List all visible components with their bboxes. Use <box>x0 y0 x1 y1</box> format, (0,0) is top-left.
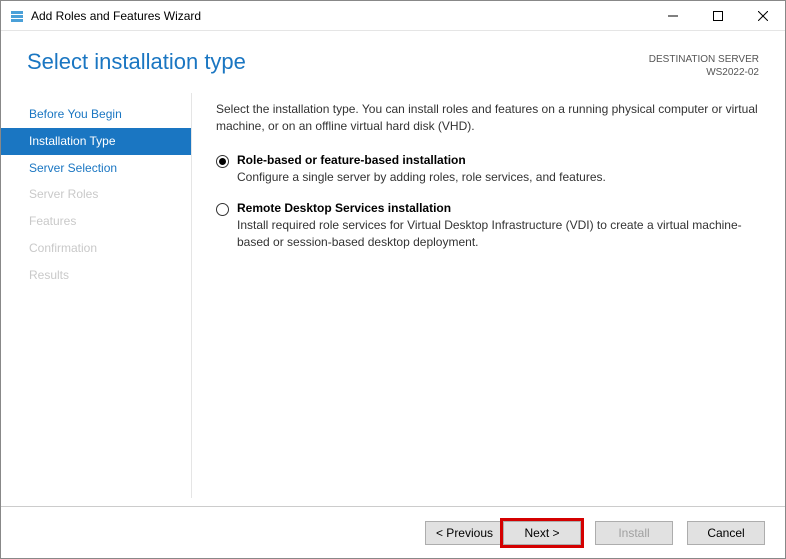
destination-server: DESTINATION SERVER WS2022-02 <box>649 53 759 79</box>
server-manager-icon <box>9 8 25 24</box>
option-body: Remote Desktop Services installation Ins… <box>237 201 759 251</box>
destination-label: DESTINATION SERVER <box>649 53 759 66</box>
option-body: Role-based or feature-based installation… <box>237 153 759 186</box>
option-desc: Configure a single server by adding role… <box>237 169 759 186</box>
maximize-button[interactable] <box>695 1 740 30</box>
radio-role-based[interactable] <box>216 155 229 168</box>
intro-text: Select the installation type. You can in… <box>216 101 759 135</box>
sidebar-item-label: Installation Type <box>29 134 116 148</box>
destination-value: WS2022-02 <box>649 66 759 79</box>
previous-button[interactable]: < Previous <box>425 521 503 545</box>
main-panel: Select the installation type. You can in… <box>191 93 785 498</box>
close-button[interactable] <box>740 1 785 30</box>
content-area: Before You Begin Installation Type Serve… <box>1 93 785 498</box>
sidebar-item-server-roles: Server Roles <box>1 181 191 208</box>
nav-button-group: < Previous Next > <box>425 521 581 545</box>
sidebar-item-installation-type[interactable]: Installation Type <box>1 128 191 155</box>
option-role-based[interactable]: Role-based or feature-based installation… <box>216 153 759 186</box>
page-header: Select installation type DESTINATION SER… <box>1 31 785 93</box>
page-title: Select installation type <box>27 49 246 75</box>
sidebar-item-label: Results <box>29 268 69 282</box>
sidebar-item-label: Features <box>29 214 76 228</box>
sidebar-item-label: Server Roles <box>29 187 98 201</box>
minimize-button[interactable] <box>650 1 695 30</box>
option-title: Remote Desktop Services installation <box>237 201 759 215</box>
option-title: Role-based or feature-based installation <box>237 153 759 167</box>
sidebar-item-label: Server Selection <box>29 161 117 175</box>
sidebar-item-confirmation: Confirmation <box>1 235 191 262</box>
install-button: Install <box>595 521 673 545</box>
sidebar-item-label: Confirmation <box>29 241 97 255</box>
wizard-footer: < Previous Next > Install Cancel <box>1 506 785 558</box>
window-controls <box>650 1 785 30</box>
next-button[interactable]: Next > <box>503 521 581 545</box>
sidebar-item-before-you-begin[interactable]: Before You Begin <box>1 101 191 128</box>
option-desc: Install required role services for Virtu… <box>237 217 759 251</box>
radio-remote-desktop[interactable] <box>216 203 229 216</box>
titlebar: Add Roles and Features Wizard <box>1 1 785 31</box>
sidebar-item-server-selection[interactable]: Server Selection <box>1 155 191 182</box>
cancel-button[interactable]: Cancel <box>687 521 765 545</box>
wizard-steps-sidebar: Before You Begin Installation Type Serve… <box>1 93 191 498</box>
window-title: Add Roles and Features Wizard <box>31 9 650 23</box>
option-remote-desktop[interactable]: Remote Desktop Services installation Ins… <box>216 201 759 251</box>
sidebar-item-label: Before You Begin <box>29 107 122 121</box>
sidebar-item-results: Results <box>1 262 191 289</box>
sidebar-item-features: Features <box>1 208 191 235</box>
